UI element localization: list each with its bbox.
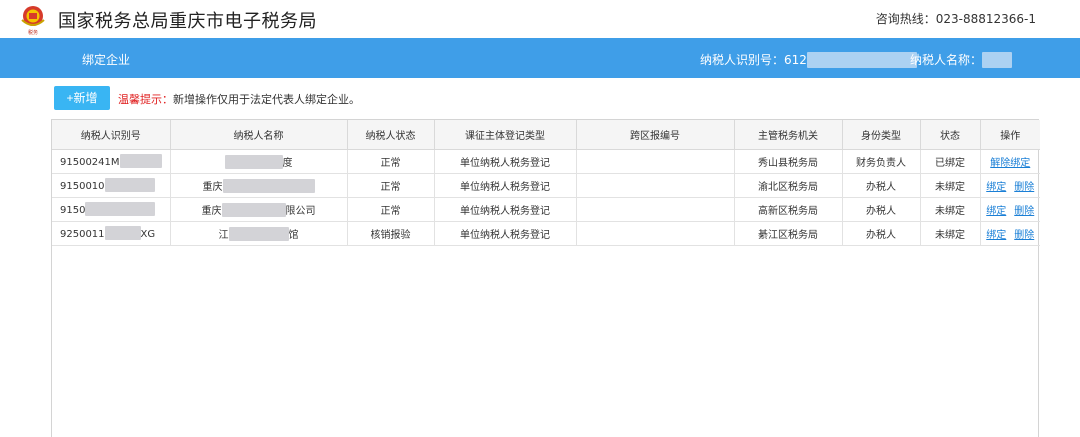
taxpayer-id-cell: 91500241M [52,149,171,174]
redaction-mask [85,202,156,216]
delete-link[interactable]: 删除 [1014,206,1034,217]
column-header: 主管税务机关 [734,120,843,150]
identity-cell: 财务负责人 [842,149,921,174]
status-cell: 正常 [347,173,435,198]
taxpayer-name-cell: 重庆 限公司 [170,197,348,222]
identity-cell: 办税人 [842,221,921,246]
table-header-row: 纳税人识别号 纳税人名称 纳税人状态 课征主体登记类型 跨区报编号 主管税务机关… [52,120,1040,150]
tip-label: 温馨提示： [118,93,173,106]
redaction-mask [222,178,315,193]
bind-state-cell: 已绑定 [920,149,981,174]
reg-type-cell: 单位纳税人税务登记 [434,173,577,198]
authority-cell: 渝北区税务局 [734,173,843,198]
column-header: 操作 [980,120,1040,150]
delete-link[interactable]: 删除 [1014,182,1034,193]
identity-cell: 办税人 [842,197,921,222]
taxpayer-id-cell: 9150 [52,197,171,222]
redaction-mask [806,52,917,68]
taxpayer-name-cell: 度 [170,149,348,174]
redaction-mask [104,226,141,240]
nav-bar: 绑定企业 纳税人识别号：612 纳税人名称： [0,38,1080,78]
action-cell: 绑定 删除 [980,221,1040,246]
bind-state-cell: 未绑定 [920,173,981,198]
table-row: 91500241M 度 正常 单位纳税人税务登记 秀山县税务局 财务负责人 已绑… [52,149,1040,174]
bind-state-cell: 未绑定 [920,197,981,222]
authority-cell: 秀山县税务局 [734,149,843,174]
action-cell: 绑定 删除 [980,197,1040,222]
hotline-text: 咨询热线：023-88812366-1 [875,12,1036,26]
svg-text:税务: 税务 [28,29,38,36]
column-header: 状态 [920,120,981,150]
column-header: 跨区报编号 [576,120,735,150]
bind-link[interactable]: 绑定 [986,230,1006,241]
enterprise-table-grid: 纳税人识别号 纳税人名称 纳税人状态 课征主体登记类型 跨区报编号 主管税务机关… [52,120,1040,246]
taxpayer-name-label: 纳税人名称： [910,53,983,67]
taxpayer-id-info: 纳税人识别号：612 [700,51,917,68]
tax-emblem-icon: 税务 [21,6,45,36]
status-cell: 正常 [347,197,435,222]
taxpayer-name-cell: 重庆 [170,173,348,198]
redaction-mask [221,202,286,217]
redaction-mask [104,178,155,192]
reg-type-cell: 单位纳税人税务登记 [434,221,577,246]
bind-link[interactable]: 绑定 [986,182,1006,193]
reg-type-cell: 单位纳税人税务登记 [434,197,577,222]
authority-cell: 綦江区税务局 [734,221,843,246]
column-header: 纳税人状态 [347,120,435,150]
bind-link[interactable]: 绑定 [986,206,1006,217]
status-cell: 正常 [347,149,435,174]
nav-item-bind-enterprise[interactable]: 绑定企业 [82,51,130,68]
top-header: 税务 国家税务总局重庆市电子税务局 咨询热线：023-88812366-1 [0,0,1080,38]
reg-type-cell: 单位纳税人税务登记 [434,149,577,174]
column-header: 身份类型 [842,120,921,150]
redaction-mask [119,154,162,168]
table-row: 9250011 XG 江馆 核销报验 单位纳税人税务登记 綦江区税务局 办税人 未… [52,221,1040,246]
identity-cell: 办税人 [842,173,921,198]
enterprise-table: 纳税人识别号 纳税人名称 纳税人状态 课征主体登记类型 跨区报编号 主管税务机关… [51,119,1040,437]
tip-message: 温馨提示：新增操作仅用于法定代表人绑定企业。 [118,91,360,107]
status-cell: 核销报验 [347,221,435,246]
redaction-mask [228,226,289,241]
table-row: 9150 重庆 限公司 正常 单位纳税人税务登记 高新区税务局 办税人 未绑定 绑… [52,197,1040,222]
bind-state-cell: 未绑定 [920,221,981,246]
action-cell: 解除绑定 [980,149,1040,174]
authority-cell: 高新区税务局 [734,197,843,222]
unbind-link[interactable]: 解除绑定 [990,158,1030,169]
delete-link[interactable]: 删除 [1014,230,1034,241]
table-row: 9150010 重庆 正常 单位纳税人税务登记 渝北区税务局 办税人 未绑定 绑… [52,173,1040,198]
taxpayer-id-label: 纳税人识别号：612 [700,53,807,67]
cross-region-cell [576,197,735,222]
cross-region-cell [576,221,735,246]
redaction-mask [982,52,1013,68]
cross-region-cell [576,173,735,198]
add-button[interactable]: +新增 [54,86,110,110]
tip-text: 新增操作仅用于法定代表人绑定企业。 [173,93,360,106]
taxpayer-name-cell: 江馆 [170,221,348,246]
site-title: 国家税务总局重庆市电子税务局 [58,11,317,32]
action-cell: 绑定 删除 [980,173,1040,198]
column-header: 课征主体登记类型 [434,120,577,150]
cross-region-cell [576,149,735,174]
column-header: 纳税人识别号 [52,120,171,150]
redaction-mask [224,154,283,169]
taxpayer-name-info: 纳税人名称： [910,51,1013,68]
taxpayer-id-cell: 9150010 [52,173,171,198]
column-header: 纳税人名称 [170,120,348,150]
taxpayer-id-cell: 9250011 XG [52,221,171,246]
